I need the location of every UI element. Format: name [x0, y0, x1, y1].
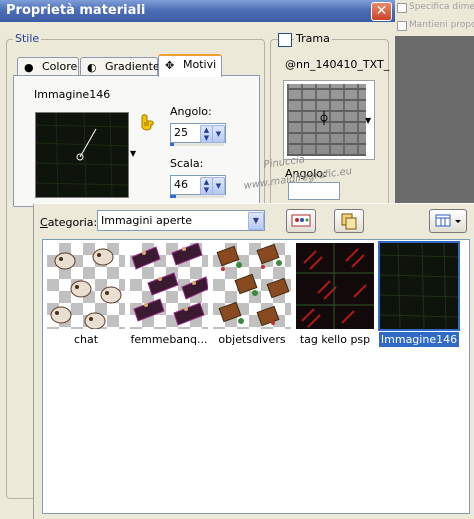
stile-group-label: Stile	[13, 32, 42, 45]
hand-pointer-icon	[139, 113, 155, 133]
scala-slider-fill	[170, 195, 177, 198]
categoria-select[interactable]: Immagini aperte ▼	[97, 210, 265, 231]
categoria-mnemonic: C	[40, 216, 48, 229]
chevron-down-icon[interactable]: ▼	[212, 125, 225, 143]
view-options-button[interactable]	[286, 209, 316, 233]
pattern-name: Immagine146	[34, 88, 111, 101]
categoria-value: Immagini aperte	[101, 214, 193, 227]
tab-gradiente[interactable]: ◐ Gradiente	[80, 57, 160, 76]
specifica-label: Specifica dimensi	[409, 2, 474, 12]
chevron-down-icon[interactable]: ▼	[248, 212, 264, 230]
pattern-item-objetsdivers[interactable]: objetsdivers	[212, 243, 292, 355]
categoria-label: Categoria:	[40, 216, 97, 229]
pattern-thumbnail	[47, 243, 125, 329]
pattern-preview-image	[35, 112, 129, 198]
pattern-item-immagine146[interactable]: Immagine146	[378, 241, 460, 355]
pattern-icon: ✥	[165, 59, 175, 72]
texture-dropdown-icon[interactable]: ▼	[365, 116, 371, 125]
pattern-thumbnail	[213, 243, 291, 329]
pattern-list: chat femmebanq... objetsdivers tag kello…	[42, 239, 470, 514]
pattern-item-chat[interactable]: chat	[46, 243, 126, 355]
preview-dropdown-icon[interactable]: ▼	[130, 149, 136, 158]
solid-circle-icon: ●	[24, 61, 34, 74]
mantieni-label: Mantieni proporzi	[409, 20, 474, 30]
pattern-item-label: chat	[73, 333, 99, 346]
pattern-item-label: Immagine146	[379, 332, 459, 347]
texture-preview[interactable]	[283, 80, 375, 160]
close-button[interactable]: ✕	[371, 2, 392, 21]
scala-spinner[interactable]: 46 ▲ ▼ ▼	[170, 175, 226, 195]
tab-gradiente-label: Gradiente	[105, 60, 160, 73]
window-title: Proprietà materiali	[6, 3, 146, 18]
specifica-checkbox[interactable]	[397, 3, 407, 13]
pattern-item-tag-kello-psp[interactable]: tag kello psp	[295, 243, 375, 355]
tab-colore-label: Colore	[42, 60, 78, 73]
crosshair-icon	[320, 111, 328, 125]
angolo-spinner[interactable]: 25 ▲ ▼ ▼	[170, 123, 226, 143]
pattern-item-label: objetsdivers	[218, 333, 286, 346]
angolo-label: Angolo:	[170, 105, 212, 118]
copy-icon	[341, 213, 357, 230]
categoria-label-rest: ategoria:	[47, 216, 98, 229]
pattern-item-femmebanq[interactable]: femmebanq...	[129, 243, 209, 355]
scala-label: Scala:	[170, 157, 204, 170]
grid-view-icon	[435, 214, 461, 227]
view-mode-button[interactable]	[429, 209, 467, 233]
title-bar[interactable]: Proprietà materiali ✕	[0, 0, 395, 22]
scala-slider[interactable]	[170, 195, 224, 198]
chevron-down-icon[interactable]: ▼	[212, 177, 225, 195]
texture-name: @nn_140410_TXT_	[285, 58, 390, 71]
tab-colore[interactable]: ● Colore	[17, 57, 79, 76]
copy-pattern-button[interactable]	[334, 209, 364, 233]
mantieni-checkbox[interactable]	[397, 21, 407, 31]
pattern-thumbnail	[378, 241, 460, 331]
pattern-picker-popup: Categoria: Immagini aperte ▼ chat femmeb…	[33, 203, 474, 519]
half-circle-icon: ◐	[87, 61, 97, 74]
pattern-thumbnail	[130, 243, 208, 329]
pattern-preview[interactable]	[35, 112, 129, 198]
side-options: Specifica dimensi Mantieni proporzi	[395, 0, 474, 36]
scala-value: 46	[174, 178, 188, 191]
angolo-slider[interactable]	[170, 143, 224, 146]
pattern-view-icon	[291, 214, 311, 227]
trama-label: Trama	[294, 32, 332, 45]
angolo-value: 25	[174, 126, 188, 139]
angolo-slider-fill	[170, 143, 174, 146]
tab-motivi[interactable]: ✥ Motivi	[158, 54, 222, 77]
pattern-item-label: femmebanq...	[130, 333, 208, 346]
trama-checkbox[interactable]	[278, 33, 292, 47]
pattern-thumbnail	[296, 243, 374, 329]
tab-motivi-label: Motivi	[183, 58, 217, 71]
pattern-item-label: tag kello psp	[299, 333, 371, 346]
